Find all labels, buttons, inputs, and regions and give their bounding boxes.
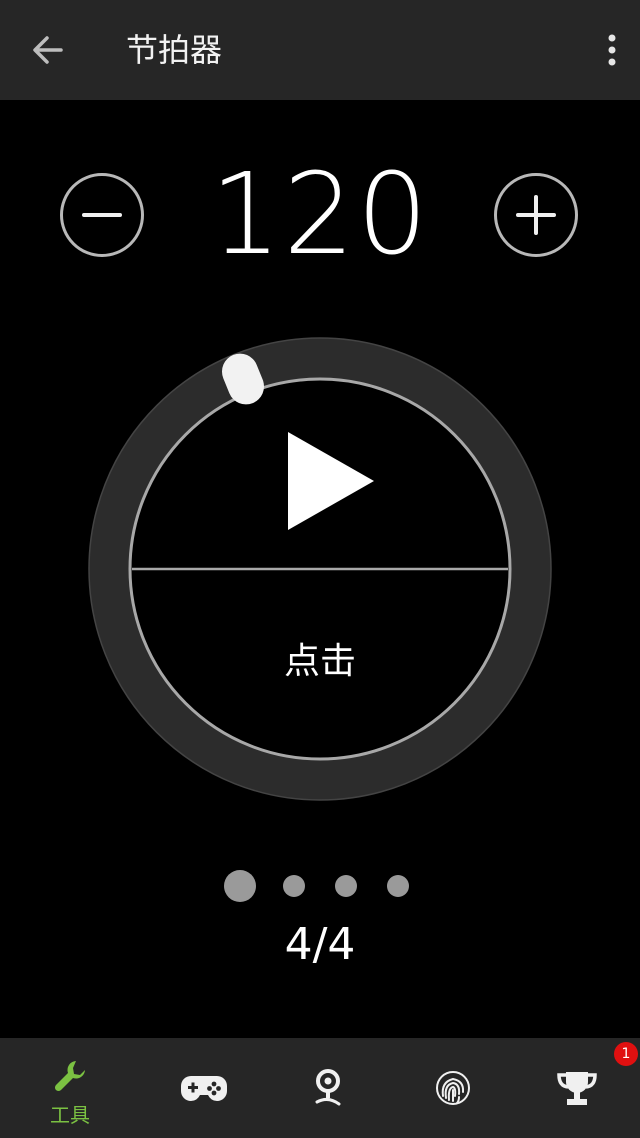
nav-item-games[interactable] [139,1038,267,1138]
nav-item-location[interactable] [263,1038,391,1138]
fingerprint-icon [436,1071,470,1105]
page-title: 节拍器 [126,31,223,69]
time-signature-label[interactable]: 4/4 [220,915,420,975]
tempo-bpm-value[interactable]: 120 [170,150,470,280]
nav-item-tools[interactable]: 工具 [6,1038,134,1138]
minus-icon [82,213,122,217]
more-vertical-icon [608,34,616,66]
nav-item-fingerprint[interactable] [388,1038,516,1138]
back-button[interactable] [20,22,76,78]
back-arrow-icon [33,36,63,64]
beat-dot-1[interactable] [224,870,256,902]
metronome-dial[interactable] [88,337,552,801]
wrench-icon [54,1061,85,1092]
app-bar: 节拍器 [0,0,640,100]
tap-button[interactable]: 点击 [220,638,420,686]
increase-tempo-button[interactable] [494,173,578,257]
trophy-notification-badge: 1 [614,1042,638,1066]
gamepad-icon [181,1076,227,1101]
bottom-navigation: 工具 [0,1038,640,1138]
beat-dot-2[interactable] [283,875,305,897]
beat-dot-3[interactable] [335,875,357,897]
more-options-button[interactable] [590,26,634,74]
trophy-icon [557,1072,597,1105]
nav-label-tools: 工具 [50,1103,90,1127]
location-pin-icon [315,1069,341,1106]
decrease-tempo-button[interactable] [60,173,144,257]
beat-dot-4[interactable] [387,875,409,897]
plus-icon [516,195,556,235]
